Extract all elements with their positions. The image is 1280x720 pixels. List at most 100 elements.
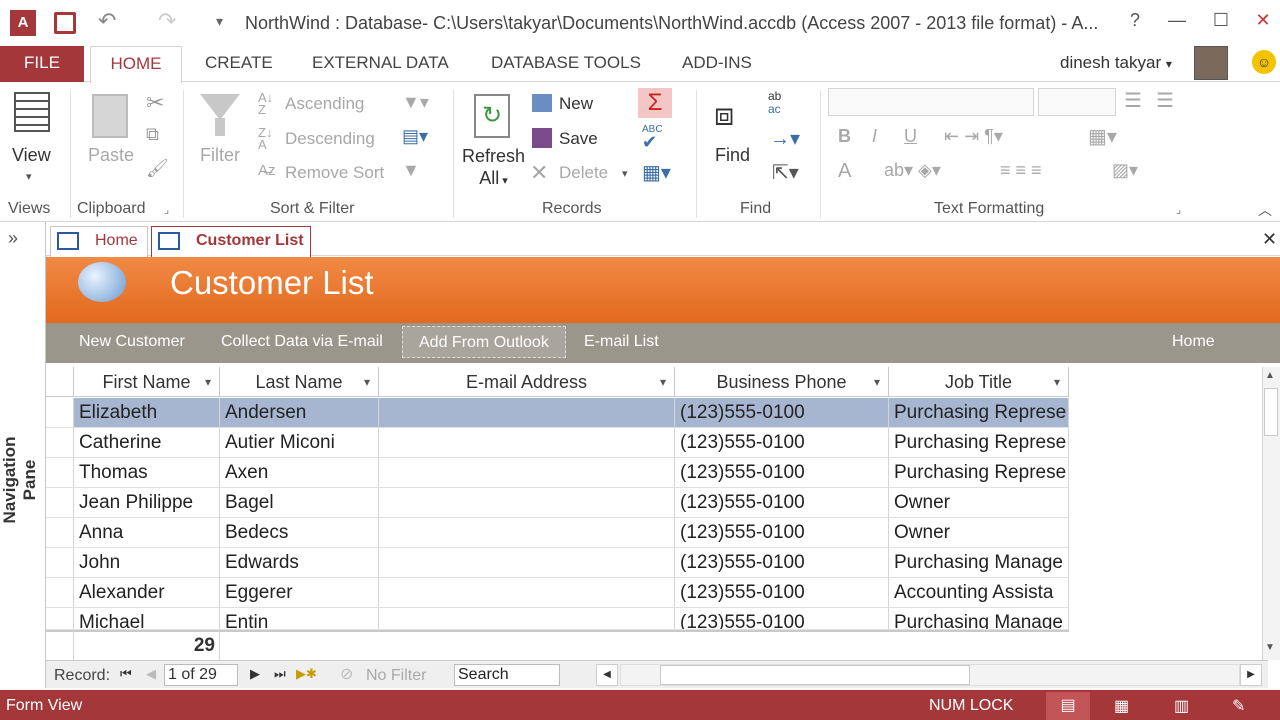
- total-count[interactable]: 29: [74, 630, 220, 660]
- chevron-down-icon[interactable]: ▾: [1054, 367, 1060, 397]
- tab-database-tools[interactable]: DATABASE TOOLS: [475, 46, 657, 82]
- scroll-down-icon[interactable]: ▼: [1265, 642, 1275, 653]
- indent-icons[interactable]: ⇤ ⇥ ¶▾: [944, 126, 1003, 147]
- table-cell-last-name[interactable]: Bedecs: [220, 518, 379, 548]
- datasheet-view-status-icon[interactable]: ▦: [1114, 696, 1129, 716]
- select-all-corner[interactable]: [46, 367, 74, 397]
- chevron-down-icon[interactable]: ▾: [364, 367, 370, 397]
- table-cell-job-title[interactable]: Purchasing Manage: [889, 548, 1069, 578]
- first-record-icon[interactable]: ⏮: [120, 666, 132, 682]
- row-selector[interactable]: [46, 488, 74, 518]
- table-cell-last-name[interactable]: Entin: [220, 608, 379, 630]
- collapse-ribbon-icon[interactable]: ︿: [1258, 200, 1272, 220]
- toggle-filter-icon[interactable]: ▼: [402, 160, 420, 181]
- tab-external-data[interactable]: EXTERNAL DATA: [296, 46, 465, 82]
- table-cell-email-address[interactable]: [379, 458, 675, 488]
- chevron-down-icon[interactable]: ▾: [205, 367, 211, 397]
- collect-data-link[interactable]: Collect Data via E-mail: [221, 333, 383, 351]
- copy-icon[interactable]: ⧉: [146, 124, 159, 145]
- doc-tab-home[interactable]: Home: [50, 226, 148, 257]
- table-cell-first-name[interactable]: Elizabeth: [74, 398, 220, 428]
- redo-icon[interactable]: ↷: [158, 8, 176, 34]
- refresh-all-button[interactable]: Refresh All ▾: [462, 145, 525, 192]
- delete-record-button[interactable]: Delete: [559, 163, 608, 183]
- chevron-down-icon[interactable]: ▾: [622, 167, 628, 180]
- advanced-filter-icon[interactable]: ▤▾: [402, 126, 428, 147]
- row-selector[interactable]: [46, 518, 74, 548]
- descending-button[interactable]: Descending: [285, 129, 375, 149]
- table-cell-job-title[interactable]: Accounting Assista: [889, 578, 1069, 608]
- format-painter-icon[interactable]: 🖌: [146, 158, 169, 179]
- ascending-button[interactable]: Ascending: [285, 94, 364, 114]
- table-cell-email-address[interactable]: [379, 428, 675, 458]
- table-cell-email-address[interactable]: [379, 578, 675, 608]
- dialog-launcher-icon[interactable]: ⌟: [1176, 203, 1181, 216]
- table-cell-last-name[interactable]: Andersen: [220, 398, 379, 428]
- table-cell-job-title[interactable]: Purchasing Manage: [889, 608, 1069, 630]
- replace-icon[interactable]: ab ac: [768, 90, 781, 116]
- hscroll-right-icon[interactable]: ▶: [1240, 664, 1262, 686]
- access-logo-icon[interactable]: A: [10, 10, 36, 36]
- search-field[interactable]: Search: [454, 664, 560, 686]
- table-cell-email-address[interactable]: [379, 518, 675, 548]
- close-document-icon[interactable]: ✕: [1262, 229, 1277, 250]
- table-cell-first-name[interactable]: Alexander: [74, 578, 220, 608]
- more-records-icon[interactable]: ▦▾: [642, 160, 671, 185]
- table-cell-business-phone[interactable]: (123)555-0100: [675, 488, 889, 518]
- table-cell-job-title[interactable]: Owner: [889, 488, 1069, 518]
- table-cell-job-title[interactable]: Purchasing Represe: [889, 428, 1069, 458]
- totals-icon[interactable]: Σ: [638, 88, 672, 118]
- table-cell-business-phone[interactable]: (123)555-0100: [675, 428, 889, 458]
- table-cell-business-phone[interactable]: (123)555-0100: [675, 458, 889, 488]
- save-quick-icon[interactable]: [54, 12, 76, 34]
- table-cell-last-name[interactable]: Bagel: [220, 488, 379, 518]
- maximize-button[interactable]: ☐: [1206, 10, 1236, 31]
- table-cell-first-name[interactable]: Catherine: [74, 428, 220, 458]
- table-cell-job-title[interactable]: Owner: [889, 518, 1069, 548]
- save-record-button[interactable]: Save: [559, 129, 598, 149]
- table-cell-last-name[interactable]: Edwards: [220, 548, 379, 578]
- column-header-email-address[interactable]: E-mail Address ▾: [379, 367, 675, 397]
- layout-view-icon[interactable]: ▥: [1174, 696, 1189, 716]
- email-list-link[interactable]: E-mail List: [584, 333, 659, 351]
- dialog-launcher-icon[interactable]: ⌟: [164, 203, 169, 216]
- table-cell-last-name[interactable]: Axen: [220, 458, 379, 488]
- table-cell-job-title[interactable]: Purchasing Represe: [889, 398, 1069, 428]
- view-button[interactable]: View: [12, 145, 51, 166]
- font-size-dropdown[interactable]: [1038, 88, 1116, 116]
- font-name-dropdown[interactable]: [828, 88, 1034, 116]
- column-header-first-name[interactable]: First Name ▾: [74, 367, 220, 397]
- form-view-icon[interactable]: ▤: [1046, 692, 1090, 720]
- table-cell-first-name[interactable]: John: [74, 548, 220, 578]
- cut-icon[interactable]: ✂: [146, 90, 164, 116]
- row-selector[interactable]: [46, 458, 74, 488]
- italic-button[interactable]: I: [872, 126, 877, 147]
- new-customer-link[interactable]: New Customer: [79, 333, 185, 351]
- row-selector[interactable]: [46, 548, 74, 578]
- tab-create[interactable]: CREATE: [189, 46, 289, 82]
- new-record-button[interactable]: New: [559, 94, 593, 114]
- column-header-job-title[interactable]: Job Title ▾: [889, 367, 1069, 397]
- last-record-icon[interactable]: ⏭: [274, 666, 286, 682]
- gridlines-icon[interactable]: ▦▾: [1088, 124, 1117, 149]
- remove-sort-button[interactable]: Remove Sort: [285, 163, 384, 183]
- previous-record-icon[interactable]: ◀: [146, 666, 156, 682]
- table-cell-last-name[interactable]: Autier Miconi: [220, 428, 379, 458]
- home-link[interactable]: Home: [1172, 333, 1215, 351]
- alternate-row-color-icon[interactable]: ▨▾: [1112, 160, 1138, 181]
- table-cell-first-name[interactable]: Michael: [74, 608, 220, 630]
- bullets-icon[interactable]: ☰: [1124, 88, 1142, 113]
- navigation-pane-label[interactable]: Navigation Pane: [0, 420, 40, 540]
- tab-file[interactable]: FILE: [0, 46, 84, 82]
- current-record-field[interactable]: 1 of 29: [164, 664, 238, 686]
- add-from-outlook-link[interactable]: Add From Outlook: [402, 326, 566, 358]
- table-cell-first-name[interactable]: Jean Philippe: [74, 488, 220, 518]
- nav-pane-toggle[interactable]: »: [8, 228, 18, 249]
- design-view-icon[interactable]: ✎: [1232, 696, 1245, 716]
- selection-filter-icon[interactable]: ▼▾: [402, 92, 429, 113]
- horizontal-scroll-thumb[interactable]: [660, 665, 970, 685]
- row-selector[interactable]: [46, 398, 74, 428]
- smiley-feedback-icon[interactable]: ☺: [1252, 50, 1276, 74]
- table-cell-job-title[interactable]: Purchasing Represe: [889, 458, 1069, 488]
- paste-button[interactable]: Paste: [88, 145, 134, 166]
